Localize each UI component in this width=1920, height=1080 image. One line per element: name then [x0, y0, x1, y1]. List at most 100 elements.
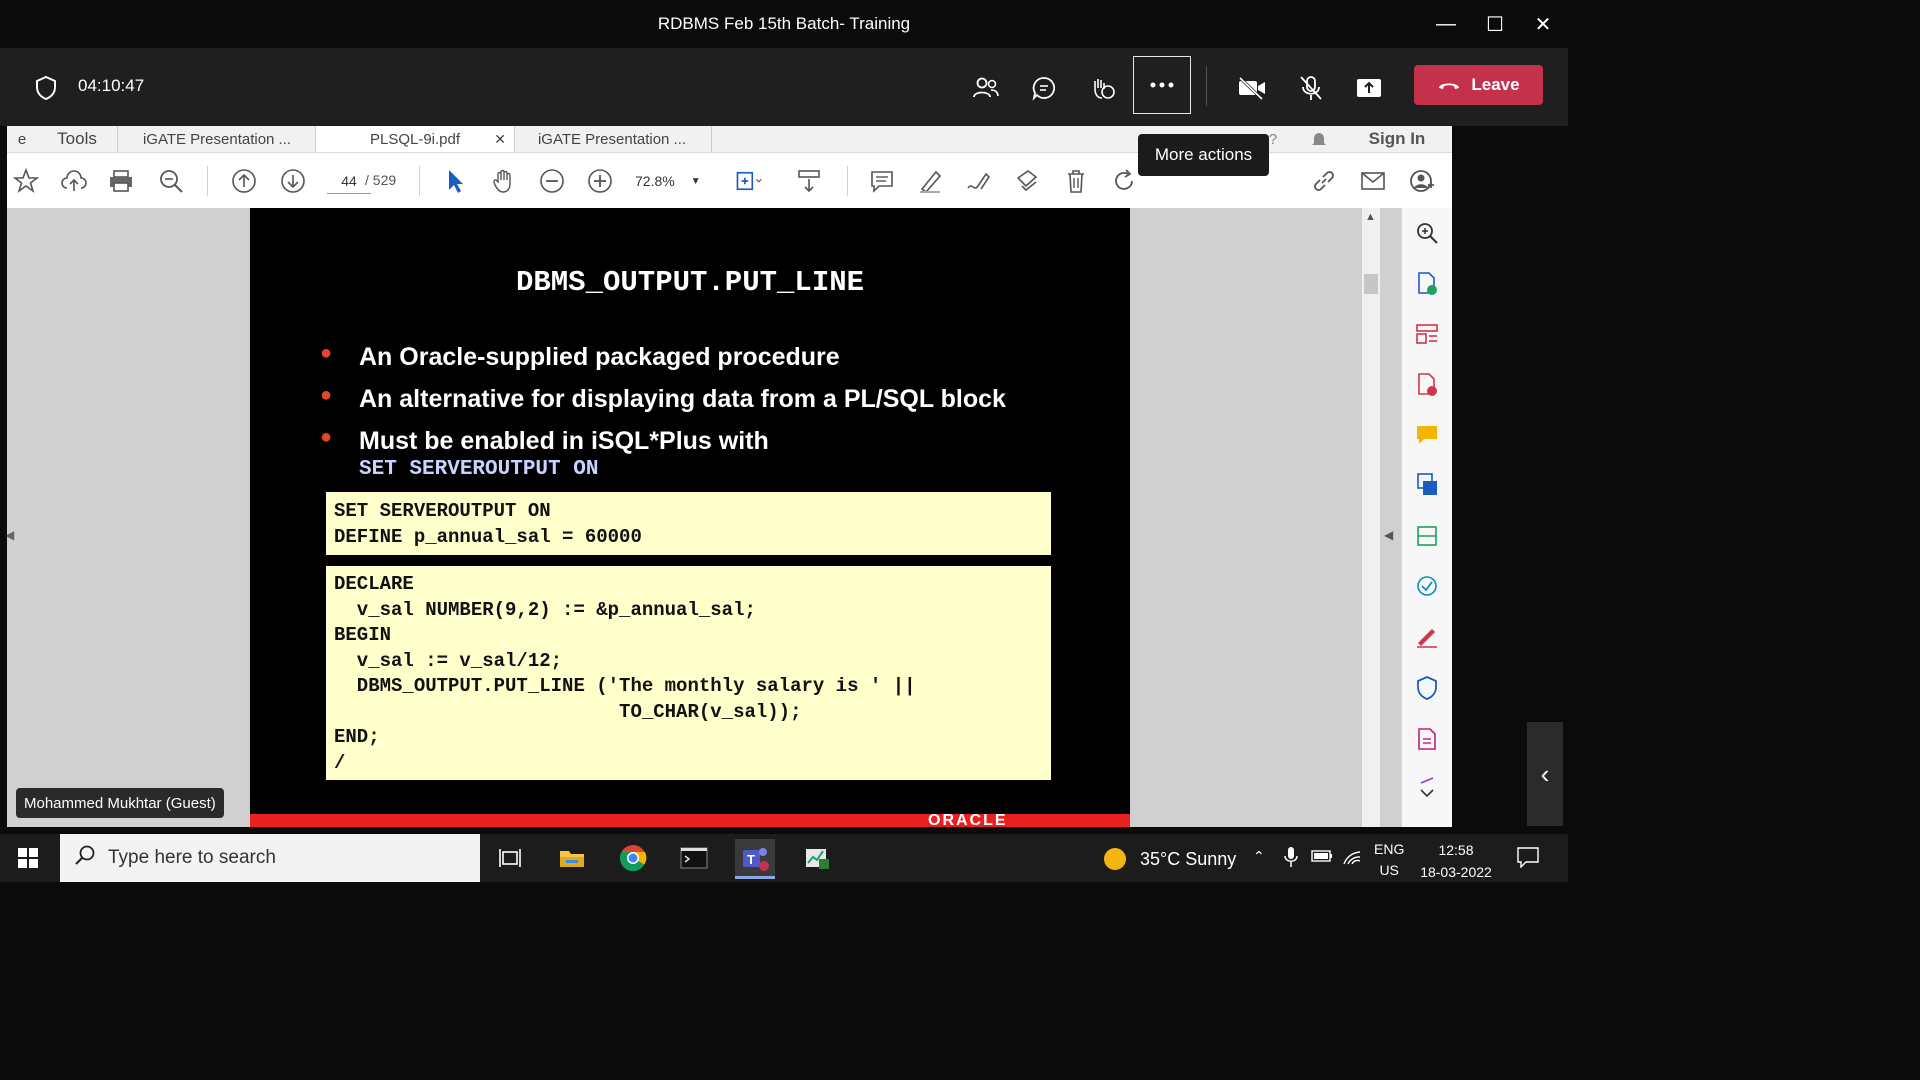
- tab-label: PLSQL-9i.pdf: [369, 130, 461, 148]
- scroll-up-icon[interactable]: ▲: [1365, 211, 1376, 223]
- divider: [419, 166, 420, 196]
- comment-tool-icon[interactable]: [1414, 422, 1440, 448]
- export-pdf-icon[interactable]: [1414, 271, 1440, 297]
- fill-sign-icon[interactable]: [1414, 624, 1440, 650]
- tab-partial[interactable]: e: [7, 126, 37, 152]
- left-panel-toggle-icon[interactable]: ◀: [7, 528, 14, 542]
- chevron-up-icon[interactable]: ⌃: [1253, 848, 1265, 865]
- tab-label: iGATE Presentation ...: [537, 130, 687, 148]
- more-tools-doc-icon[interactable]: [1414, 726, 1440, 752]
- reactions-icon[interactable]: [1081, 66, 1125, 110]
- bell-icon[interactable]: [1307, 126, 1331, 152]
- search-icon: [74, 844, 96, 872]
- maximize-button[interactable]: ☐: [1479, 8, 1511, 40]
- star-icon[interactable]: [12, 167, 40, 195]
- bullet-icon: ●: [320, 384, 333, 406]
- scan-enhance-icon[interactable]: [1414, 573, 1440, 599]
- comment-icon[interactable]: [868, 167, 896, 195]
- mic-off-icon[interactable]: [1289, 66, 1333, 110]
- microphone-icon[interactable]: [1284, 846, 1298, 873]
- divider: [207, 166, 208, 196]
- code-block-setup: SET SERVEROUTPUT ON DEFINE p_annual_sal …: [326, 492, 1051, 555]
- create-pdf-icon[interactable]: [1414, 372, 1440, 398]
- rotate-icon[interactable]: [1110, 167, 1138, 195]
- terminal-icon[interactable]: [674, 842, 714, 874]
- slide-bullet: An alternative for displaying data from …: [359, 385, 1006, 413]
- protect-shield-icon[interactable]: [1414, 675, 1440, 701]
- page-total: / 529: [365, 172, 397, 188]
- svg-text:T: T: [747, 852, 755, 867]
- stamp-icon[interactable]: [1013, 167, 1041, 195]
- select-cursor-icon[interactable]: [441, 167, 469, 195]
- code-block-plsql: DECLARE v_sal NUMBER(9,2) := &p_annual_s…: [326, 566, 1051, 780]
- zoom-select[interactable]: 72.8% ▼: [635, 170, 715, 192]
- previous-page-icon[interactable]: [230, 167, 258, 195]
- notifications-icon[interactable]: [1516, 846, 1540, 873]
- taskbar-search-box[interactable]: Type here to search: [60, 834, 480, 882]
- camera-off-icon[interactable]: [1230, 66, 1274, 110]
- chevron-down-icon[interactable]: [1414, 774, 1440, 800]
- email-icon[interactable]: [1359, 167, 1387, 195]
- leave-button[interactable]: Leave: [1414, 65, 1543, 105]
- link-icon[interactable]: [1310, 167, 1338, 195]
- fit-page-icon[interactable]: [735, 167, 763, 195]
- oracle-logo: ORACLE: [928, 812, 1008, 827]
- language-indicator[interactable]: ENG US: [1374, 839, 1404, 881]
- minimize-button[interactable]: —: [1430, 8, 1462, 40]
- tab-igate-2[interactable]: iGATE Presentation ...: [513, 126, 712, 152]
- right-panel-toggle-icon[interactable]: ◀: [1384, 528, 1393, 542]
- zoom-out-search-icon[interactable]: [157, 167, 185, 195]
- tab-igate-1[interactable]: iGATE Presentation ...: [117, 126, 316, 152]
- edit-pdf-icon[interactable]: [1414, 523, 1440, 549]
- region-code: US: [1379, 862, 1399, 878]
- upload-cloud-icon[interactable]: [60, 167, 88, 195]
- next-page-icon[interactable]: [279, 167, 307, 195]
- print-icon[interactable]: [107, 167, 135, 195]
- bullet-icon: ●: [320, 342, 333, 364]
- chart-app-icon[interactable]: [797, 842, 837, 874]
- more-actions-button[interactable]: [1133, 56, 1191, 114]
- draw-icon[interactable]: [964, 167, 992, 195]
- zoom-value: 72.8%: [635, 173, 675, 189]
- share-user-icon[interactable]: [1408, 167, 1436, 195]
- vertical-scrollbar[interactable]: ▲: [1362, 208, 1380, 827]
- close-tab-icon[interactable]: ✕: [494, 131, 506, 148]
- bullet-icon: ●: [320, 426, 333, 448]
- file-explorer-icon[interactable]: [552, 842, 592, 874]
- participant-name-badge: Mohammed Mukhtar (Guest): [16, 788, 224, 818]
- task-view-icon[interactable]: [490, 842, 530, 874]
- more-actions-tooltip: More actions: [1138, 134, 1269, 176]
- trash-icon[interactable]: [1062, 167, 1090, 195]
- chat-icon[interactable]: [1022, 66, 1066, 110]
- hand-tool-icon[interactable]: [490, 167, 518, 195]
- share-screen-icon[interactable]: [1347, 66, 1391, 110]
- expand-panel-chevron-icon[interactable]: ‹: [1527, 722, 1563, 826]
- close-button[interactable]: ✕: [1527, 8, 1559, 40]
- weather-text[interactable]: 35°C Sunny: [1140, 849, 1236, 870]
- people-icon[interactable]: [964, 66, 1008, 110]
- tab-plsql-pdf[interactable]: PLSQL-9i.pdf ✕: [315, 126, 515, 152]
- clock[interactable]: 12:58 18-03-2022: [1413, 839, 1499, 883]
- battery-icon[interactable]: [1311, 849, 1333, 868]
- teams-icon[interactable]: T: [735, 839, 775, 879]
- chrome-icon[interactable]: [613, 842, 653, 874]
- sign-in-link[interactable]: Sign In: [1362, 126, 1432, 152]
- tab-label: e: [17, 130, 27, 148]
- windows-start-icon[interactable]: [8, 842, 48, 874]
- zoom-out-icon[interactable]: [538, 167, 566, 195]
- tab-tools[interactable]: Tools: [37, 126, 117, 152]
- slide-title: DBMS_OUTPUT.PUT_LINE: [515, 266, 865, 299]
- scrollbar-thumb[interactable]: [1364, 274, 1378, 294]
- tools-side-panel: [1401, 208, 1452, 827]
- divider: [1206, 66, 1207, 106]
- highlight-pen-icon[interactable]: [916, 167, 944, 195]
- zoom-search-icon[interactable]: [1414, 220, 1440, 246]
- wifi-icon[interactable]: [1342, 848, 1362, 871]
- scroll-mode-icon[interactable]: [795, 167, 823, 195]
- document-viewer[interactable]: ◀ DBMS_OUTPUT.PUT_LINE ● An Oracle-suppl…: [7, 208, 1401, 827]
- chevron-down-icon: ▼: [690, 175, 701, 187]
- combine-files-icon[interactable]: [1414, 472, 1440, 498]
- phone-hangup-icon: [1439, 83, 1460, 89]
- zoom-in-icon[interactable]: [586, 167, 614, 195]
- organize-pages-icon[interactable]: [1414, 321, 1440, 347]
